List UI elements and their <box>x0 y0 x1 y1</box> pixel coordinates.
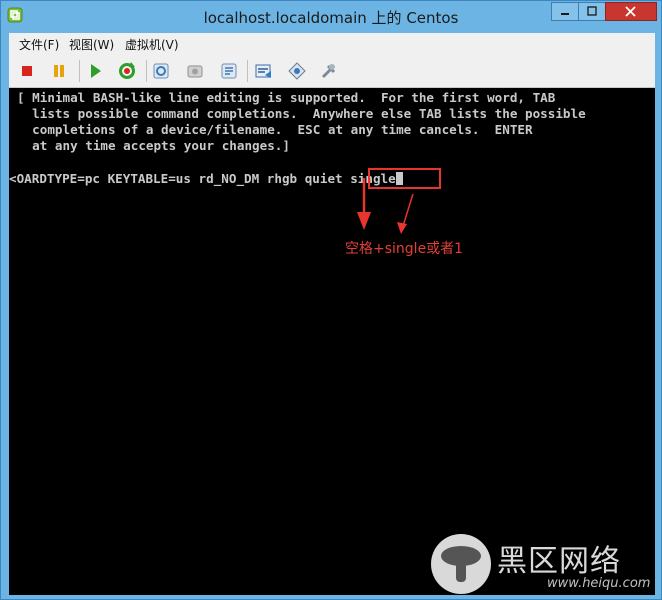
stop-icon[interactable] <box>17 61 37 81</box>
tools-icon[interactable] <box>319 61 339 81</box>
vm-console-window: localhost.localdomain 上的 Centos 文件(F) 视图… <box>0 0 662 600</box>
menu-file[interactable]: 文件(F) <box>19 36 59 53</box>
menu-vm[interactable]: 虚拟机(V) <box>125 36 179 53</box>
play-icon[interactable] <box>85 61 105 81</box>
minimize-icon <box>561 13 569 15</box>
menu-view[interactable]: 视图(W) <box>69 36 114 53</box>
arrow-head <box>357 212 371 230</box>
menu-bar: 文件(F) 视图(W) 虚拟机(V) <box>9 33 655 55</box>
reset-icon[interactable] <box>117 61 137 81</box>
maximize-icon <box>587 6 597 16</box>
watermark-logo-icon <box>431 534 491 594</box>
revert-snapshot-icon[interactable] <box>185 61 205 81</box>
vm-settings-icon[interactable] <box>253 61 273 81</box>
pause-icon[interactable] <box>49 61 69 81</box>
snapshot-manager-icon[interactable] <box>219 61 239 81</box>
title-bar[interactable]: localhost.localdomain 上的 Centos <box>1 1 661 33</box>
network-icon[interactable] <box>287 61 307 81</box>
minimize-button[interactable] <box>551 2 579 21</box>
toolbar <box>9 55 655 88</box>
toolbar-separator <box>79 60 80 82</box>
watermark-title: 黑区网络 <box>497 544 621 579</box>
arrow-head <box>397 222 407 234</box>
maximize-button[interactable] <box>578 2 606 21</box>
watermark: 黑区网络 www.heiqu.com <box>429 532 655 595</box>
close-icon <box>625 6 636 17</box>
vm-console-screen[interactable]: [ Minimal BASH-like line editing is supp… <box>9 88 655 595</box>
watermark-url: www.heiqu.com <box>547 576 651 591</box>
annotation-arrows <box>357 178 414 234</box>
toolbar-separator <box>247 60 248 82</box>
arrow-line <box>402 193 414 227</box>
annotation-label: 空格+single或者1 <box>345 241 464 257</box>
toolbar-separator <box>146 60 147 82</box>
close-button[interactable] <box>605 2 657 21</box>
snapshot-icon[interactable] <box>151 61 171 81</box>
